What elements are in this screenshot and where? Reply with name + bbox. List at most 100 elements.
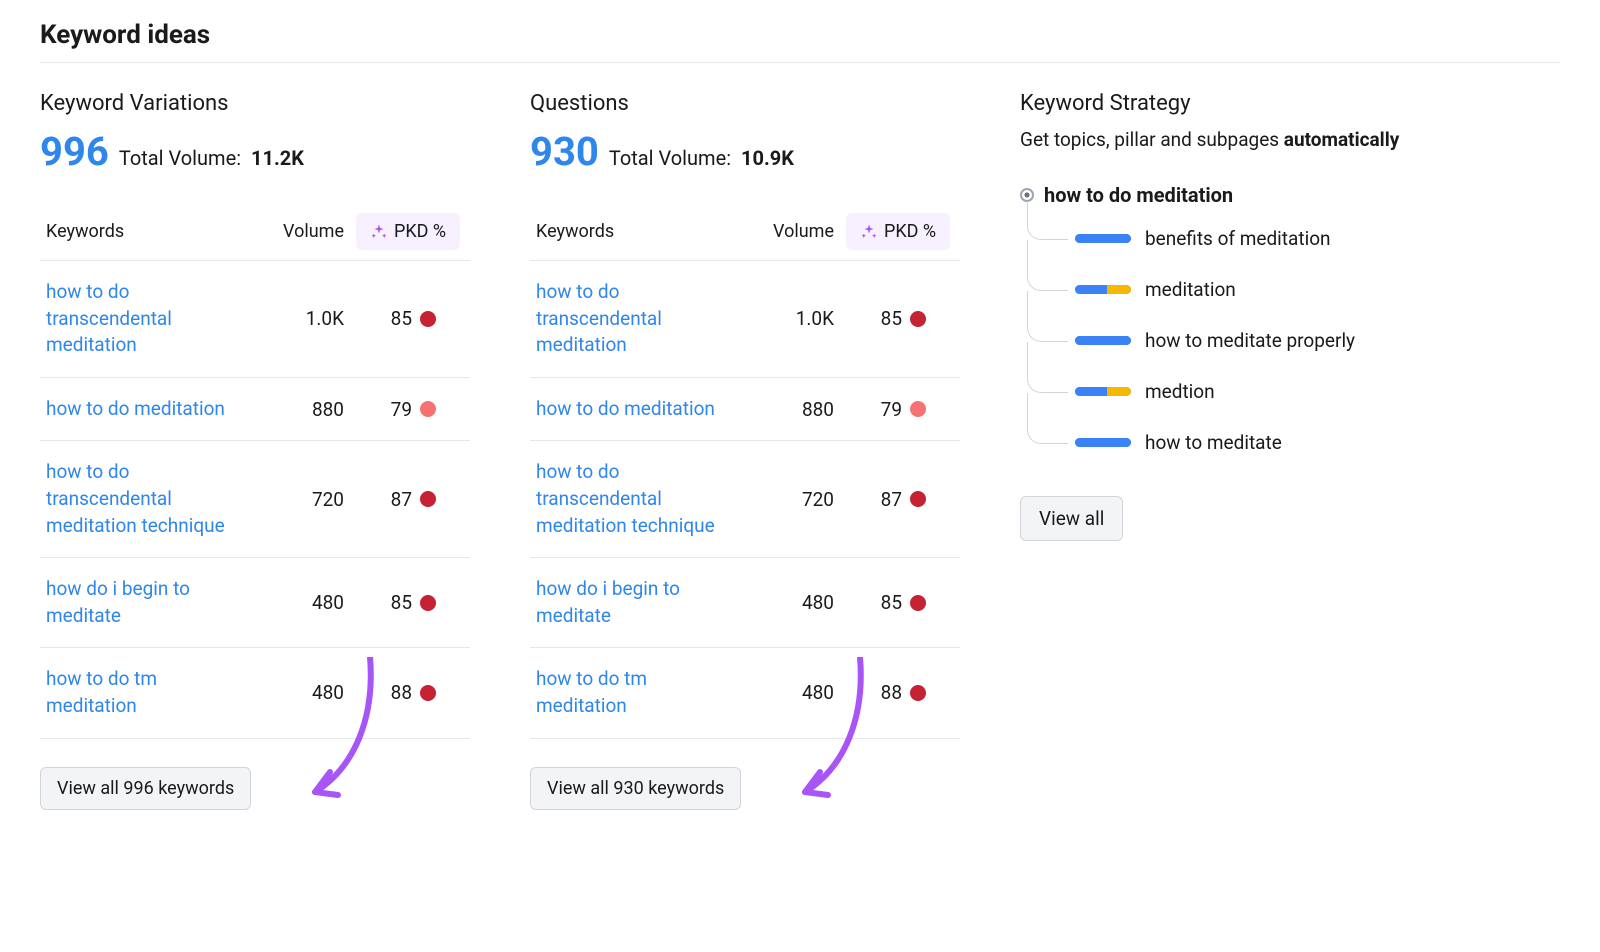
pkd-value: 88	[384, 681, 412, 704]
volume-value: 480	[802, 591, 834, 614]
keyword-link[interactable]: how to do transcendental meditation	[46, 279, 246, 359]
table-row: how to do tm meditation 480 88	[530, 648, 960, 738]
keyword-link[interactable]: how to do transcendental meditation tech…	[536, 459, 736, 539]
questions-panel: Questions 930 Total Volume: 10.9K Keywor…	[530, 91, 960, 810]
pkd-value: 88	[874, 681, 902, 704]
table-row: how to do transcendental meditation1.0K8…	[530, 261, 960, 378]
table-row: how do i begin to meditate48085	[40, 558, 470, 648]
col-keywords[interactable]: Keywords	[530, 203, 750, 261]
col-pkd[interactable]: PKD %	[350, 203, 470, 261]
view-all-strategy-button[interactable]: View all	[1020, 496, 1123, 541]
view-all-questions-button[interactable]: View all 930 keywords	[530, 767, 741, 810]
col-volume[interactable]: Volume	[750, 203, 840, 261]
volume-value: 480	[312, 681, 344, 704]
strategy-tree-item[interactable]: benefits of meditation	[1075, 213, 1560, 264]
pkd-value: 87	[874, 488, 902, 511]
col-volume[interactable]: Volume	[260, 203, 350, 261]
pkd-value: 79	[874, 398, 902, 421]
difficulty-dot-icon	[910, 491, 926, 507]
intent-bar-icon	[1075, 387, 1131, 396]
keyword-link[interactable]: how to do tm meditation	[46, 666, 246, 719]
strategy-tree: benefits of meditation meditation how to m…	[1027, 213, 1560, 468]
pkd-value: 85	[874, 591, 902, 614]
questions-count[interactable]: 930	[530, 128, 599, 175]
keyword-link[interactable]: how do i begin to meditate	[536, 576, 736, 629]
volume-value: 880	[802, 398, 834, 421]
strategy-title: Keyword Strategy	[1020, 91, 1560, 116]
variations-table: Keywords Volume PKD % how to do transcen…	[40, 203, 470, 739]
strategy-root[interactable]: how to do meditation	[1020, 183, 1560, 207]
pkd-header-text: PKD %	[394, 221, 446, 242]
variations-count[interactable]: 996	[40, 128, 109, 175]
questions-summary: 930 Total Volume: 10.9K	[530, 128, 960, 175]
sparkle-icon	[370, 223, 388, 241]
keyword-link[interactable]: how to do meditation	[536, 396, 715, 423]
difficulty-dot-icon	[910, 311, 926, 327]
variations-volume-label: Total Volume:	[119, 146, 241, 170]
difficulty-dot-icon	[910, 401, 926, 417]
table-row: how to do transcendental meditation tech…	[530, 441, 960, 558]
keyword-variations-panel: Keyword Variations 996 Total Volume: 11.…	[40, 91, 470, 810]
table-row: how do i begin to meditate 480 85	[530, 558, 960, 648]
difficulty-dot-icon	[420, 685, 436, 701]
difficulty-dot-icon	[910, 595, 926, 611]
difficulty-dot-icon	[420, 401, 436, 417]
keyword-link[interactable]: how to do meditation	[46, 396, 225, 423]
keyword-link[interactable]: how to do tm meditation	[536, 666, 736, 719]
columns-layout: Keyword Variations 996 Total Volume: 11.…	[40, 91, 1560, 810]
difficulty-dot-icon	[910, 685, 926, 701]
table-row: how to do tm meditation 480 88	[40, 648, 470, 738]
questions-volume-label: Total Volume:	[609, 146, 731, 170]
pkd-value: 85	[384, 307, 412, 330]
volume-value: 880	[312, 398, 344, 421]
pkd-value: 85	[874, 307, 902, 330]
difficulty-dot-icon	[420, 491, 436, 507]
keyword-link[interactable]: how to do transcendental meditation tech…	[46, 459, 246, 539]
keyword-link[interactable]: how do i begin to meditate	[46, 576, 246, 629]
strategy-item-label: meditation	[1145, 278, 1236, 301]
strategy-item-label: how to meditate properly	[1145, 329, 1355, 352]
strategy-tree-item[interactable]: how to meditate properly	[1075, 315, 1560, 366]
difficulty-dot-icon	[420, 311, 436, 327]
variations-volume-value: 11.2K	[251, 146, 304, 170]
strategy-subtitle-prefix: Get topics, pillar and subpages	[1020, 128, 1284, 151]
keyword-link[interactable]: how to do transcendental meditation	[536, 279, 736, 359]
volume-value: 480	[802, 681, 834, 704]
strategy-item-label: benefits of meditation	[1145, 227, 1331, 250]
divider	[40, 62, 1560, 63]
questions-tbody: how to do transcendental meditation1.0K8…	[530, 261, 960, 739]
pkd-value: 79	[384, 398, 412, 421]
table-row: how to do transcendental meditation tech…	[40, 441, 470, 558]
intent-bar-icon	[1075, 285, 1131, 294]
intent-bar-icon	[1075, 234, 1131, 243]
page-title: Keyword ideas	[40, 20, 1560, 50]
sparkle-icon	[860, 223, 878, 241]
questions-table: Keywords Volume PKD % how to do transcen…	[530, 203, 960, 739]
volume-value: 1.0K	[306, 307, 344, 330]
keyword-strategy-panel: Keyword Strategy Get topics, pillar and …	[1020, 91, 1560, 541]
volume-value: 480	[312, 591, 344, 614]
root-bullet-icon	[1020, 188, 1034, 202]
questions-title: Questions	[530, 91, 960, 116]
difficulty-dot-icon	[420, 595, 436, 611]
variations-summary: 996 Total Volume: 11.2K	[40, 128, 470, 175]
pkd-value: 87	[384, 488, 412, 511]
table-row: how to do meditation 880 79	[40, 377, 470, 441]
volume-value: 720	[802, 488, 834, 511]
view-all-variations-button[interactable]: View all 996 keywords	[40, 767, 251, 810]
strategy-root-label: how to do meditation	[1044, 183, 1233, 207]
strategy-tree-item[interactable]: meditation	[1075, 264, 1560, 315]
variations-tbody: how to do transcendental meditation 1.0K 8…	[40, 261, 470, 739]
strategy-item-label: medtion	[1145, 380, 1215, 403]
table-row: how to do meditation 880 79	[530, 377, 960, 441]
col-keywords[interactable]: Keywords	[40, 203, 260, 261]
strategy-tree-item[interactable]: how to meditate	[1075, 417, 1560, 468]
col-pkd[interactable]: PKD %	[840, 203, 960, 261]
questions-volume-value: 10.9K	[741, 146, 794, 170]
intent-bar-icon	[1075, 336, 1131, 345]
variations-title: Keyword Variations	[40, 91, 470, 116]
pkd-header-text: PKD %	[884, 221, 936, 242]
strategy-tree-item[interactable]: medtion	[1075, 366, 1560, 417]
volume-value: 720	[312, 488, 344, 511]
table-row: how to do transcendental meditation 1.0K 8…	[40, 261, 470, 378]
